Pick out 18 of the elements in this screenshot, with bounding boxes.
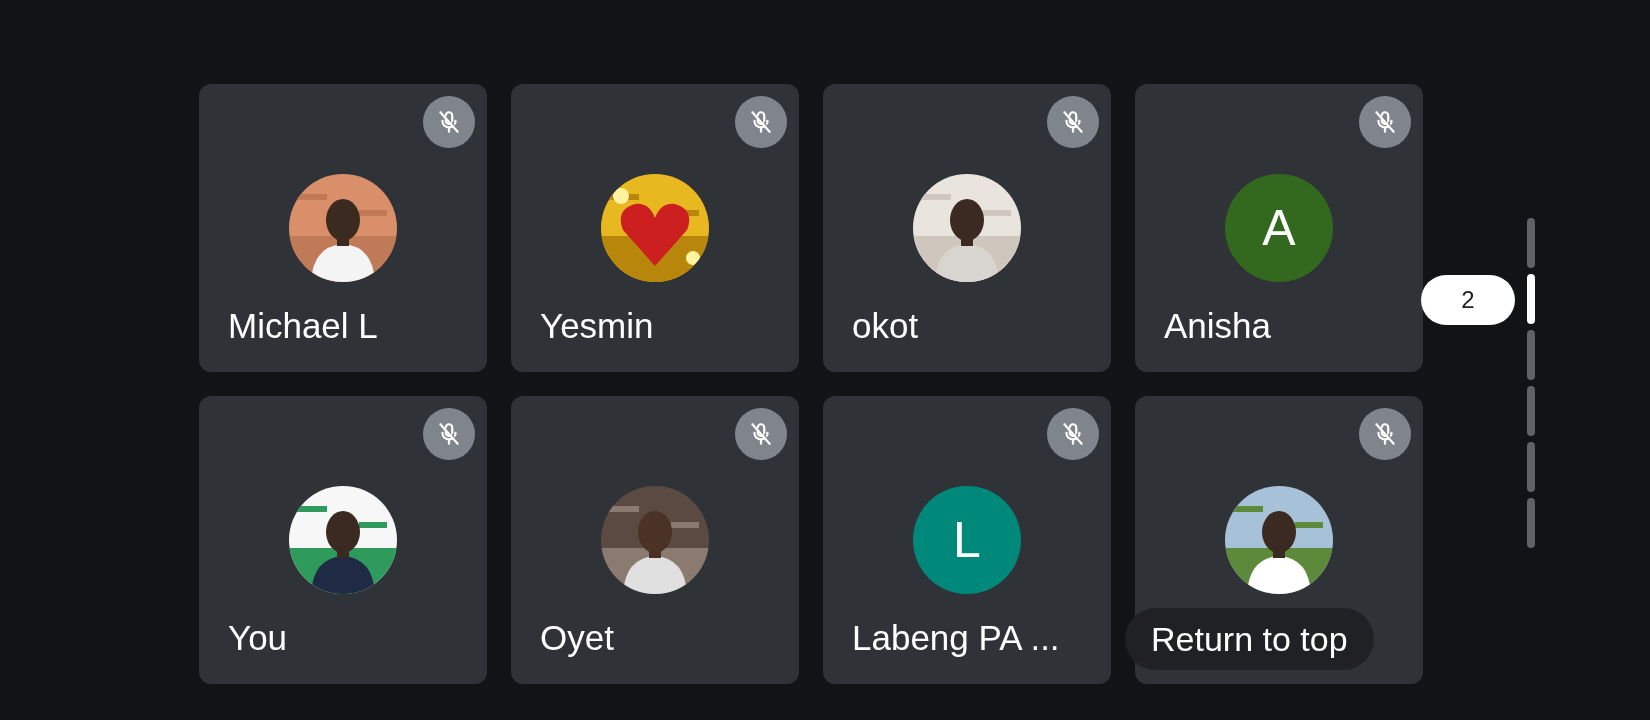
participant-name: Anisha — [1164, 304, 1272, 347]
participant-name: Labeng PA ... — [852, 616, 1060, 659]
mic-off-icon — [1060, 421, 1086, 447]
participant-name: Michael L — [228, 304, 378, 347]
mic-off-icon — [748, 421, 774, 447]
mic-off-icon — [1060, 109, 1086, 135]
participant-name: okot — [852, 304, 919, 347]
mic-off-icon — [436, 109, 462, 135]
mic-off-icon — [1372, 109, 1398, 135]
participant-name: Oyet — [540, 616, 614, 659]
mic-off-icon — [748, 109, 774, 135]
avatar: L — [913, 486, 1021, 594]
participant-name: You — [228, 616, 288, 659]
page-indicator-segment[interactable] — [1527, 274, 1535, 324]
participant-name: Yesmin — [540, 304, 654, 347]
mic-off-icon — [436, 421, 462, 447]
avatar: A — [1225, 174, 1333, 282]
page-number-tooltip: 2 — [1421, 275, 1515, 325]
